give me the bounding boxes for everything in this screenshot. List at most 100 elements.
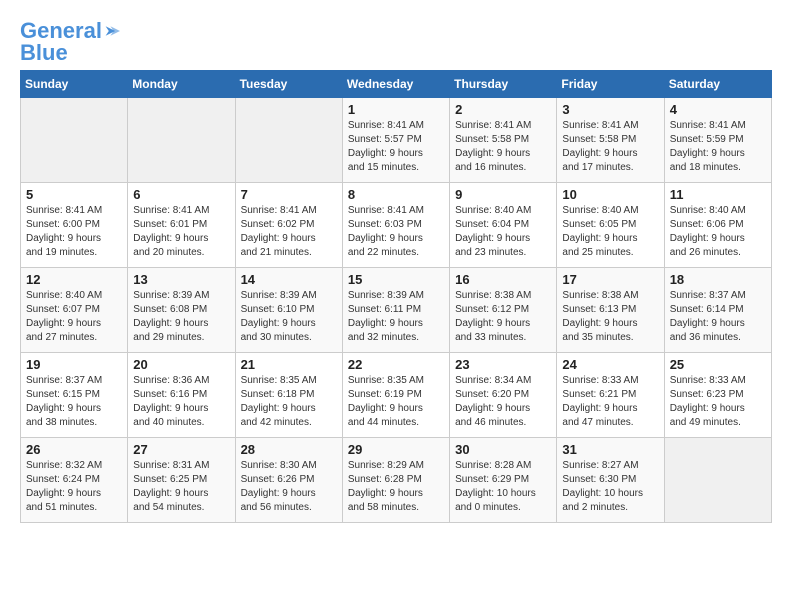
day-info: Sunrise: 8:41 AM Sunset: 5:57 PM Dayligh…: [348, 119, 444, 175]
day-cell: 13 Sunrise: 8:39 AM Sunset: 6:08 PM Dayli…: [128, 268, 235, 353]
day-cell: 17Sunrise: 8:38 AM Sunset: 6:13 PM Dayli…: [557, 268, 664, 353]
header-row: General Blue: [20, 20, 772, 64]
day-cell: 5 Sunrise: 8:41 AM Sunset: 6:00 PM Daylig…: [21, 183, 128, 268]
day-number: 5: [26, 187, 122, 202]
day-number: 3: [562, 102, 658, 117]
calendar-container: General Blue SundayMondayTuesday: [0, 0, 792, 533]
day-number: 13: [133, 272, 229, 287]
day-cell: 31 Sunrise: 8:27 AM Sunset: 6:30 PM Dayli…: [557, 438, 664, 523]
day-cell: [664, 438, 771, 523]
day-cell: 27 Sunrise: 8:31 AM Sunset: 6:25 PM Dayli…: [128, 438, 235, 523]
day-cell: 20Sunrise: 8:36 AM Sunset: 6:16 PM Dayli…: [128, 353, 235, 438]
day-info: Sunrise: 8:38 AM Sunset: 6:12 PM Dayligh…: [455, 289, 551, 345]
day-cell: 3 Sunrise: 8:41 AM Sunset: 5:58 PM Daylig…: [557, 98, 664, 183]
day-cell: 28 Sunrise: 8:30 AM Sunset: 6:26 PM Dayli…: [235, 438, 342, 523]
day-info: Sunrise: 8:41 AM Sunset: 5:58 PM Dayligh…: [455, 119, 551, 175]
day-cell: 11Sunrise: 8:40 AM Sunset: 6:06 PM Dayli…: [664, 183, 771, 268]
day-info: Sunrise: 8:41 AM Sunset: 6:02 PM Dayligh…: [241, 204, 337, 260]
day-number: 1: [348, 102, 444, 117]
day-number: 18: [670, 272, 766, 287]
day-number: 24: [562, 357, 658, 372]
day-header-monday: Monday: [128, 71, 235, 98]
day-cell: 12Sunrise: 8:40 AM Sunset: 6:07 PM Dayli…: [21, 268, 128, 353]
day-cell: 21 Sunrise: 8:35 AM Sunset: 6:18 PM Dayli…: [235, 353, 342, 438]
day-header-tuesday: Tuesday: [235, 71, 342, 98]
logo-arrow-icon: [104, 23, 120, 39]
day-cell: 1 Sunrise: 8:41 AM Sunset: 5:57 PM Daylig…: [342, 98, 449, 183]
day-header-sunday: Sunday: [21, 71, 128, 98]
day-header-friday: Friday: [557, 71, 664, 98]
day-number: 7: [241, 187, 337, 202]
day-info: Sunrise: 8:41 AM Sunset: 5:59 PM Dayligh…: [670, 119, 766, 175]
day-number: 23: [455, 357, 551, 372]
day-number: 28: [241, 442, 337, 457]
day-info: Sunrise: 8:39 AM Sunset: 6:10 PM Dayligh…: [241, 289, 337, 345]
day-number: 27: [133, 442, 229, 457]
day-cell: 6 Sunrise: 8:41 AM Sunset: 6:01 PM Daylig…: [128, 183, 235, 268]
week-row-2: 5 Sunrise: 8:41 AM Sunset: 6:00 PM Daylig…: [21, 183, 772, 268]
week-row-3: 12Sunrise: 8:40 AM Sunset: 6:07 PM Dayli…: [21, 268, 772, 353]
day-number: 6: [133, 187, 229, 202]
day-number: 26: [26, 442, 122, 457]
day-info: Sunrise: 8:30 AM Sunset: 6:26 PM Dayligh…: [241, 459, 337, 515]
logo-text: General: [20, 20, 102, 42]
day-cell: 7 Sunrise: 8:41 AM Sunset: 6:02 PM Daylig…: [235, 183, 342, 268]
day-cell: 29Sunrise: 8:29 AM Sunset: 6:28 PM Dayli…: [342, 438, 449, 523]
header-row-days: SundayMondayTuesdayWednesdayThursdayFrid…: [21, 71, 772, 98]
day-number: 19: [26, 357, 122, 372]
day-info: Sunrise: 8:37 AM Sunset: 6:15 PM Dayligh…: [26, 374, 122, 430]
day-info: Sunrise: 8:27 AM Sunset: 6:30 PM Dayligh…: [562, 459, 658, 515]
day-info: Sunrise: 8:31 AM Sunset: 6:25 PM Dayligh…: [133, 459, 229, 515]
day-cell: [128, 98, 235, 183]
day-header-wednesday: Wednesday: [342, 71, 449, 98]
day-info: Sunrise: 8:33 AM Sunset: 6:23 PM Dayligh…: [670, 374, 766, 430]
day-number: 16: [455, 272, 551, 287]
day-cell: 30Sunrise: 8:28 AM Sunset: 6:29 PM Dayli…: [450, 438, 557, 523]
day-number: 12: [26, 272, 122, 287]
day-cell: 15 Sunrise: 8:39 AM Sunset: 6:11 PM Dayli…: [342, 268, 449, 353]
day-number: 9: [455, 187, 551, 202]
day-info: Sunrise: 8:39 AM Sunset: 6:08 PM Dayligh…: [133, 289, 229, 345]
week-row-1: 1 Sunrise: 8:41 AM Sunset: 5:57 PM Daylig…: [21, 98, 772, 183]
day-info: Sunrise: 8:36 AM Sunset: 6:16 PM Dayligh…: [133, 374, 229, 430]
week-row-4: 19 Sunrise: 8:37 AM Sunset: 6:15 PM Dayli…: [21, 353, 772, 438]
day-number: 2: [455, 102, 551, 117]
day-info: Sunrise: 8:29 AM Sunset: 6:28 PM Dayligh…: [348, 459, 444, 515]
day-info: Sunrise: 8:35 AM Sunset: 6:18 PM Dayligh…: [241, 374, 337, 430]
day-number: 8: [348, 187, 444, 202]
day-info: Sunrise: 8:41 AM Sunset: 5:58 PM Dayligh…: [562, 119, 658, 175]
day-number: 25: [670, 357, 766, 372]
day-cell: [235, 98, 342, 183]
day-number: 30: [455, 442, 551, 457]
day-info: Sunrise: 8:32 AM Sunset: 6:24 PM Dayligh…: [26, 459, 122, 515]
day-cell: 16 Sunrise: 8:38 AM Sunset: 6:12 PM Dayli…: [450, 268, 557, 353]
day-cell: 4 Sunrise: 8:41 AM Sunset: 5:59 PM Daylig…: [664, 98, 771, 183]
day-info: Sunrise: 8:41 AM Sunset: 6:00 PM Dayligh…: [26, 204, 122, 260]
logo: General Blue: [20, 20, 120, 64]
day-number: 21: [241, 357, 337, 372]
day-cell: 2 Sunrise: 8:41 AM Sunset: 5:58 PM Daylig…: [450, 98, 557, 183]
day-info: Sunrise: 8:39 AM Sunset: 6:11 PM Dayligh…: [348, 289, 444, 345]
day-cell: 19 Sunrise: 8:37 AM Sunset: 6:15 PM Dayli…: [21, 353, 128, 438]
day-cell: 18 Sunrise: 8:37 AM Sunset: 6:14 PM Dayli…: [664, 268, 771, 353]
day-number: 4: [670, 102, 766, 117]
day-info: Sunrise: 8:40 AM Sunset: 6:06 PM Dayligh…: [670, 204, 766, 260]
day-info: Sunrise: 8:34 AM Sunset: 6:20 PM Dayligh…: [455, 374, 551, 430]
day-info: Sunrise: 8:35 AM Sunset: 6:19 PM Dayligh…: [348, 374, 444, 430]
day-info: Sunrise: 8:41 AM Sunset: 6:01 PM Dayligh…: [133, 204, 229, 260]
day-info: Sunrise: 8:37 AM Sunset: 6:14 PM Dayligh…: [670, 289, 766, 345]
day-info: Sunrise: 8:40 AM Sunset: 6:04 PM Dayligh…: [455, 204, 551, 260]
day-info: Sunrise: 8:40 AM Sunset: 6:05 PM Dayligh…: [562, 204, 658, 260]
day-number: 15: [348, 272, 444, 287]
day-cell: 24Sunrise: 8:33 AM Sunset: 6:21 PM Dayli…: [557, 353, 664, 438]
day-cell: 22Sunrise: 8:35 AM Sunset: 6:19 PM Dayli…: [342, 353, 449, 438]
calendar-table: SundayMondayTuesdayWednesdayThursdayFrid…: [20, 70, 772, 523]
day-cell: 9 Sunrise: 8:40 AM Sunset: 6:04 PM Daylig…: [450, 183, 557, 268]
logo-blue-text: Blue: [20, 42, 120, 64]
day-number: 14: [241, 272, 337, 287]
day-number: 17: [562, 272, 658, 287]
day-cell: 14 Sunrise: 8:39 AM Sunset: 6:10 PM Dayli…: [235, 268, 342, 353]
day-cell: 26 Sunrise: 8:32 AM Sunset: 6:24 PM Dayli…: [21, 438, 128, 523]
day-cell: 25 Sunrise: 8:33 AM Sunset: 6:23 PM Dayli…: [664, 353, 771, 438]
day-number: 31: [562, 442, 658, 457]
